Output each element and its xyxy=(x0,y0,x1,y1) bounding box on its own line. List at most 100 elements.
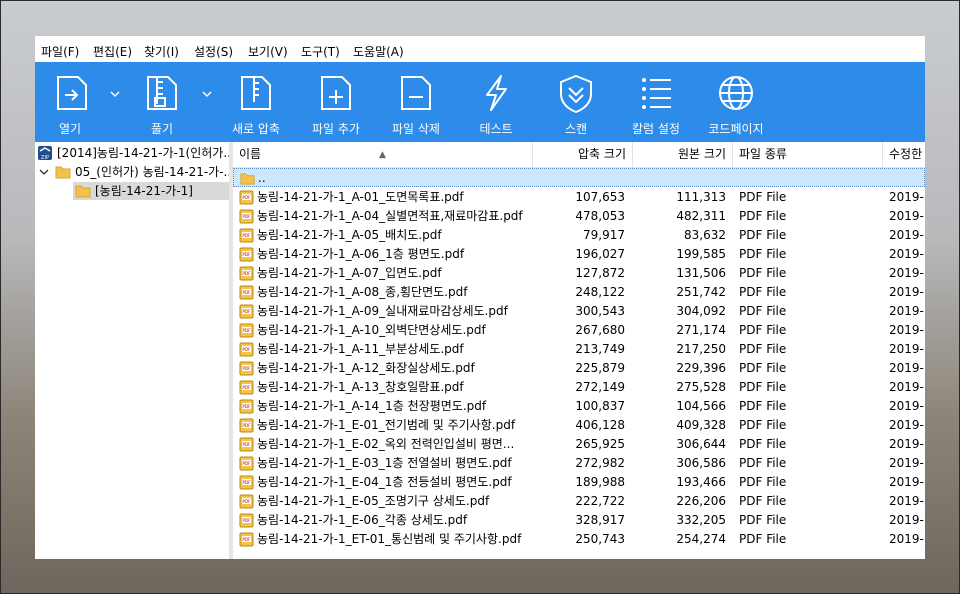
open-button[interactable]: 열기 xyxy=(35,62,105,142)
delete-file-icon xyxy=(401,76,431,110)
modified-date: 2019- xyxy=(889,475,924,489)
original-size: 199,585 xyxy=(676,247,726,261)
delete-file-button[interactable]: 파일 삭제 xyxy=(381,62,451,142)
extract-dropdown-icon[interactable] xyxy=(201,88,213,100)
pdf-file-icon: PDF xyxy=(239,399,254,414)
compressed-size: 300,543 xyxy=(575,304,625,318)
table-row[interactable]: PDF 농림-14-21-가-1_A-13_창호일람표.pdf 272,149 275… xyxy=(233,378,925,397)
table-row[interactable]: PDF 농림-14-21-가-1_A-09_실내재료마감상세도.pdf 300,54… xyxy=(233,302,925,321)
menu-find[interactable]: 찾기(I) xyxy=(144,43,179,60)
table-row[interactable]: PDF 농림-14-21-가-1_E-01_전기범례 및 주기사항.pdf 406,… xyxy=(233,416,925,435)
original-size: 251,742 xyxy=(676,285,726,299)
table-row[interactable]: PDF 농림-14-21-가-1_A-01_도면목록표.pdf 107,653 111… xyxy=(233,188,925,207)
menu-view[interactable]: 보기(V) xyxy=(248,43,288,60)
table-row[interactable]: PDF 농림-14-21-가-1_E-05_조명기구 상세도.pdf 222,722… xyxy=(233,492,925,511)
pdf-file-icon: PDF xyxy=(239,494,254,509)
compressed-size: 272,149 xyxy=(575,380,625,394)
menu-file[interactable]: 파일(F) xyxy=(41,43,79,60)
chevron-down-icon[interactable] xyxy=(39,168,49,176)
file-name: 농림-14-21-가-1_E-02_옥외 전력인입설비 평면... xyxy=(257,437,515,451)
compressed-size: 272,982 xyxy=(575,456,625,470)
file-name: 농림-14-21-가-1_ET-01_통신범례 및 주기사항.pdf xyxy=(257,532,522,546)
pdf-file-icon: PDF xyxy=(239,361,254,376)
sort-ascending-icon: ▲ xyxy=(379,150,386,160)
file-name: 농림-14-21-가-1_E-05_조명기구 상세도.pdf xyxy=(257,494,490,508)
menu-settings[interactable]: 설정(S) xyxy=(194,43,233,60)
new-archive-button[interactable]: 새로 압축 xyxy=(221,62,291,142)
table-row[interactable]: PDF 농림-14-21-가-1_E-04_1층 전등설비 평면도.pdf 189,… xyxy=(233,473,925,492)
compressed-size: 107,653 xyxy=(575,190,625,204)
table-row[interactable]: PDF 농림-14-21-가-1_A-14_1층 천장평면도.pdf 100,837… xyxy=(233,397,925,416)
original-size: 226,206 xyxy=(676,494,726,508)
menu-bar: 파일(F) 편집(E) 찾기(I) 설정(S) 보기(V) 도구(T) 도움말(… xyxy=(35,36,925,62)
scan-button[interactable]: 스캔 xyxy=(541,62,611,142)
table-row[interactable]: PDF 농림-14-21-가-1_A-12_화장실상세도.pdf 225,879 22… xyxy=(233,359,925,378)
add-file-button[interactable]: 파일 추가 xyxy=(301,62,371,142)
file-name: 농림-14-21-가-1_E-04_1층 전등설비 평면도.pdf xyxy=(257,475,512,489)
column-header-original[interactable]: 원본 크기 xyxy=(633,142,733,167)
table-row[interactable]: PDF 농림-14-21-가-1_E-06_각종 상세도.pdf 328,917 33… xyxy=(233,511,925,530)
menu-tools[interactable]: 도구(T) xyxy=(301,43,340,60)
file-type: PDF File xyxy=(739,304,787,318)
table-row[interactable]: PDF 농림-14-21-가-1_A-06_1층 평면도.pdf 196,027 19… xyxy=(233,245,925,264)
menu-edit[interactable]: 편집(E) xyxy=(93,43,132,60)
column-settings-button[interactable]: 칼럼 설정 xyxy=(621,62,691,142)
column-header-type[interactable]: 파일 종류 xyxy=(733,142,883,167)
file-name: 농림-14-21-가-1_A-05_배치도.pdf xyxy=(257,228,442,242)
file-name: 농림-14-21-가-1_E-03_1층 전열설비 평면도.pdf xyxy=(257,456,512,470)
column-header-modified[interactable]: 수정한 xyxy=(883,142,925,167)
svg-text:PDF: PDF xyxy=(242,366,251,371)
add-file-icon xyxy=(321,76,351,110)
table-row[interactable]: PDF 농림-14-21-가-1_A-07_입면도.pdf 127,872 131,5… xyxy=(233,264,925,283)
open-dropdown-icon[interactable] xyxy=(109,88,121,100)
file-type: PDF File xyxy=(739,190,787,204)
compressed-size: 222,722 xyxy=(575,494,625,508)
compressed-size: 248,122 xyxy=(575,285,625,299)
pdf-file-icon: PDF xyxy=(239,456,254,471)
test-button[interactable]: 테스트 xyxy=(461,62,531,142)
file-type: PDF File xyxy=(739,323,787,337)
compressed-size: 267,680 xyxy=(575,323,625,337)
table-row[interactable]: PDF 농림-14-21-가-1_E-03_1층 전열설비 평면도.pdf 272,… xyxy=(233,454,925,473)
open-icon xyxy=(57,76,87,110)
compressed-size: 478,053 xyxy=(575,209,625,223)
svg-text:PDF: PDF xyxy=(242,290,251,295)
svg-text:PDF: PDF xyxy=(242,195,251,200)
table-row[interactable]: PDF 농림-14-21-가-1_A-11_부분상세도.pdf 213,749 217… xyxy=(233,340,925,359)
column-header-compressed[interactable]: 압축 크기 xyxy=(533,142,633,167)
table-row[interactable]: PDF 농림-14-21-가-1_A-05_배치도.pdf 79,917 83,632… xyxy=(233,226,925,245)
compressed-size: 225,879 xyxy=(575,361,625,375)
file-name: 농림-14-21-가-1_A-10_외벽단면상세도.pdf xyxy=(257,323,486,337)
table-row[interactable]: PDF 농림-14-21-가-1_E-02_옥외 전력인입설비 평면... 265,… xyxy=(233,435,925,454)
table-row[interactable]: PDF 농림-14-21-가-1_A-08_종,횡단면도.pdf 248,122 25… xyxy=(233,283,925,302)
pdf-file-icon: PDF xyxy=(239,285,254,300)
parent-folder-row[interactable]: .. xyxy=(233,168,925,187)
original-size: 229,396 xyxy=(676,361,726,375)
original-size: 306,586 xyxy=(676,456,726,470)
compressed-size: 100,837 xyxy=(575,399,625,413)
compressed-size: 189,988 xyxy=(575,475,625,489)
file-type: PDF File xyxy=(739,494,787,508)
svg-text:PDF: PDF xyxy=(242,271,251,276)
codepage-button[interactable]: 코드페이지 xyxy=(701,62,771,142)
file-name: 농림-14-21-가-1_A-04_실별면적표,재료마감표.pdf xyxy=(257,209,523,223)
column-header-name[interactable]: 이름 ▲ xyxy=(233,142,533,167)
tree-item-folder[interactable]: 05_(인허가) 농림-14-21-가-... xyxy=(37,163,235,181)
pdf-file-icon: PDF xyxy=(239,380,254,395)
svg-text:PDF: PDF xyxy=(242,537,251,542)
folder-icon xyxy=(240,173,255,185)
folder-tree: ZIP [2014]농림-14-21-가-1(인허가... 05_(인허가) 농… xyxy=(35,142,235,559)
file-type: PDF File xyxy=(739,380,787,394)
svg-text:PDF: PDF xyxy=(242,480,251,485)
table-row[interactable]: PDF 농림-14-21-가-1_A-04_실별면적표,재료마감표.pdf 478,… xyxy=(233,207,925,226)
tree-root[interactable]: ZIP [2014]농림-14-21-가-1(인허가... xyxy=(37,144,235,162)
menu-help[interactable]: 도움말(A) xyxy=(353,43,404,60)
folder-icon xyxy=(75,185,91,198)
modified-date: 2019- xyxy=(889,285,924,299)
extract-button[interactable]: 풀기 xyxy=(127,62,197,142)
table-row[interactable]: PDF 농림-14-21-가-1_ET-01_통신범례 및 주기사항.pdf 250… xyxy=(233,530,925,549)
tree-item-selected-folder[interactable]: [농림-14-21-가-1] xyxy=(73,182,229,200)
folder-icon xyxy=(55,166,71,179)
file-name: 농림-14-21-가-1_E-06_각종 상세도.pdf xyxy=(257,513,468,527)
table-row[interactable]: PDF 농림-14-21-가-1_A-10_외벽단면상세도.pdf 267,680 2… xyxy=(233,321,925,340)
